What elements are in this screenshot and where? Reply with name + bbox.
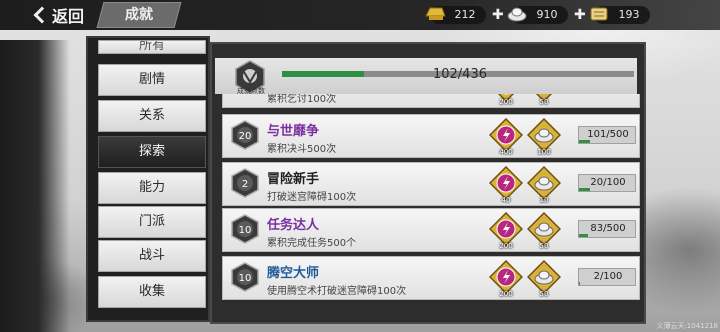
silver-amount: 910 [536,8,558,21]
achievement-badge-icon: 10 [231,262,259,292]
nav-item-story[interactable]: 剧情 [98,64,206,96]
silver-currency: 910 ✚ [507,5,586,25]
gold-amount-pill: 212 [425,6,486,24]
back-label: 返回 [52,7,85,26]
achievement-row[interactable]: 2 冒险新手打破迷宫障碍100次 40 10 20/100 [222,162,640,206]
badge-level: 2 [242,179,248,190]
scroll-amount: 193 [618,8,640,21]
nav-item-all[interactable]: 所有 [98,40,206,54]
achievement-desc: 使用腾空术打破迷宫障碍100次 [267,286,407,297]
add-gold-button[interactable]: ✚ [492,6,504,24]
server-info: 义薄云天:1041218 [656,322,718,330]
scroll-icon [590,7,608,21]
achievement-progress: 83/500 [578,220,636,238]
achievement-title: 腾空大师 [267,266,320,281]
achievement-row[interactable]: 10 腾空大师使用腾空术打破迷宫障碍100次 200 50 2/100 [222,256,640,300]
left-shadow-decoration [0,40,70,332]
scroll-currency: 193 [590,5,650,25]
back-button[interactable]: 返回 [30,3,92,27]
reward-experience-icon[interactable]: 40 [488,165,524,204]
gold-currency: 212 ✚ [425,5,504,25]
points-progress-fill [282,71,365,77]
reward-experience-icon[interactable]: 400 [488,117,524,156]
achievement-title: 冒险新手 [267,172,320,187]
gold-ingot-icon [425,7,446,20]
badge-level: 10 [239,225,252,236]
reward-amount: 200 [499,98,513,106]
reward-amount: 50 [539,290,549,298]
reward-amount: 400 [499,148,513,156]
reward-silver-icon[interactable]: 50 [526,259,562,298]
achievement-badge-icon: 2 [231,168,259,198]
achievement-desc: 累积决斗500次 [267,144,337,155]
achievement-progress-text: 2/100 [593,271,623,282]
reward-amount: 40 [501,196,511,204]
nav-item-collect[interactable]: 收集 [98,276,206,308]
achievement-row[interactable]: 10 任务达人累积完成任务500个 200 50 83/500 [222,208,640,252]
achievement-desc: 打破迷宫障碍100次 [267,192,357,203]
achievement-progress-text: 83/500 [590,223,626,234]
reward-amount: 100 [537,148,551,156]
silver-amount-pill: 910 [507,6,568,24]
nav-item-ability[interactable]: 能力 [98,172,206,204]
achievement-desc: 累积完成任务500个 [267,238,357,249]
achievement-progress: 20/100 [578,174,636,192]
reward-experience-icon[interactable]: 200 [489,94,523,106]
nav-item-sect[interactable]: 门派 [98,206,206,238]
achievement-progress: 2/100 [578,268,636,286]
reward-silver-icon[interactable]: 50 [527,94,561,106]
points-progress-text: 102/436 [432,67,487,82]
tab-title-label: 成就 [125,7,153,23]
achievement-row[interactable]: 20 与世靡争累积决斗500次 400 100 101/500 [222,114,640,158]
reward-silver-icon[interactable]: 50 [526,211,562,250]
reward-amount: 50 [539,242,549,250]
achievement-desc: 累积乞讨100次 [267,94,337,105]
nav-item-explore[interactable]: 探索 [98,136,206,168]
back-arrow-icon [33,6,51,24]
achievements-tab: 成就 [96,2,182,28]
achievement-list[interactable]: 累积乞讨100次 200 50 20 与世靡争累积决斗500次 400 100 101/500… [214,94,642,322]
silver-ingot-icon [507,7,527,22]
add-silver-button[interactable]: ✚ [574,6,586,24]
nav-item-relations[interactable]: 关系 [98,100,206,132]
achievement-row[interactable]: 累积乞讨100次 200 50 [222,94,640,108]
reward-amount: 50 [539,98,549,106]
reward-amount: 200 [499,242,513,250]
reward-silver-icon[interactable]: 100 [526,117,562,156]
reward-experience-icon[interactable]: 200 [488,259,524,298]
achievement-progress-text: 101/500 [587,129,629,140]
achievement-title: 任务达人 [267,218,320,233]
nav-item-battle[interactable]: 战斗 [98,240,206,272]
scroll-amount-pill: 193 [590,6,650,24]
gold-amount: 212 [454,8,476,21]
badge-level: 20 [239,131,252,142]
achievement-badge-icon: 10 [231,214,259,244]
badge-level: 10 [239,273,252,284]
reward-amount: 200 [499,290,513,298]
achievement-progress-text: 20/100 [590,177,626,188]
achievement-progress: 101/500 [578,126,636,144]
reward-silver-icon[interactable]: 10 [526,165,562,204]
achievement-title: 与世靡争 [267,124,320,139]
reward-experience-icon[interactable]: 200 [488,211,524,250]
achievement-badge-icon: 20 [231,120,259,150]
reward-amount: 10 [539,196,549,204]
